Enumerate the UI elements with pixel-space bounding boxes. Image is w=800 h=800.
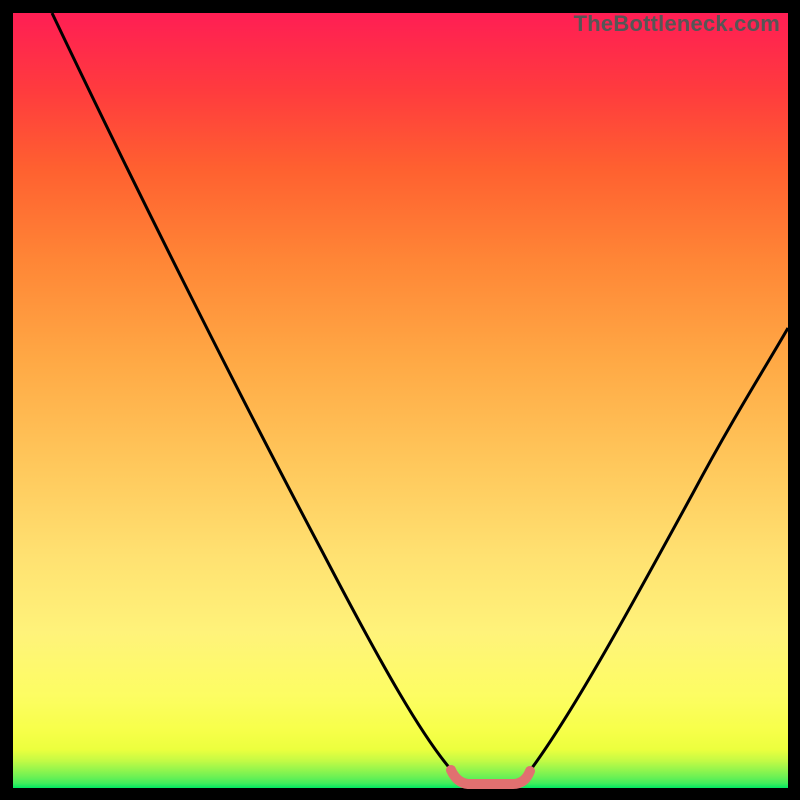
chart-curves	[13, 13, 788, 788]
bottom-segment	[451, 770, 530, 784]
left-curve	[52, 13, 453, 772]
right-curve	[529, 328, 788, 772]
plot-area: TheBottleneck.com	[13, 13, 788, 788]
chart-container: TheBottleneck.com	[0, 0, 800, 800]
